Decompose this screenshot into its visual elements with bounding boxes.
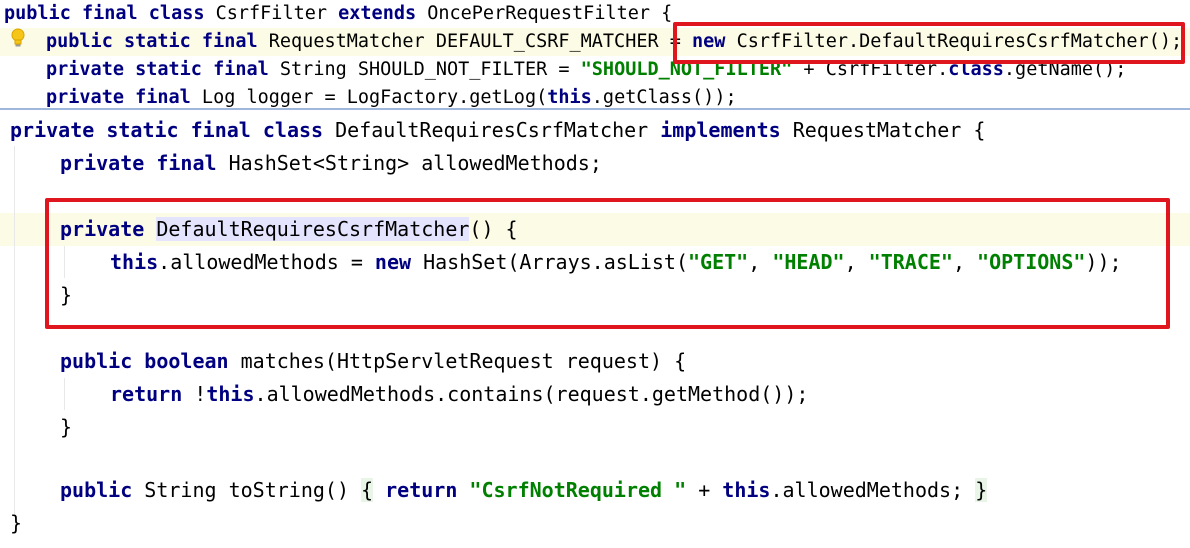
type-name: String <box>268 59 358 80</box>
code-text: = LogFactory.getLog( <box>313 87 548 108</box>
code-line-class-closing-brace: } <box>10 507 22 540</box>
code-text: .contains(request.getMethod()); <box>435 382 809 406</box>
lightbulb-icon[interactable] <box>10 28 26 48</box>
code-line-matches-method: public boolean matches(HttpServletReques… <box>60 345 686 378</box>
code-text: String toString() <box>132 478 362 502</box>
code-text: .getClass()); <box>591 87 737 108</box>
code-text: OncePerRequestFilter { <box>416 3 673 24</box>
keyword: public <box>60 478 133 502</box>
code-line-to-string: public String toString() { return "CsrfN… <box>60 474 988 507</box>
field-name: logger <box>246 87 314 108</box>
field-name: allowedMethods <box>421 151 590 175</box>
indent-guide <box>64 378 65 410</box>
code-line-return-contains: return !this.allowedMethods.contains(req… <box>110 378 808 411</box>
constant-name: DEFAULT_CSRF_MATCHER <box>435 31 659 52</box>
keyword: this <box>722 478 771 502</box>
code-text: = <box>547 59 581 80</box>
annotation-box-constructor <box>45 198 1170 329</box>
indent-guide <box>14 146 15 516</box>
keyword: implements <box>660 118 781 142</box>
keyword: private final <box>60 151 217 175</box>
constant-name: SHOULD_NOT_FILTER <box>357 59 548 80</box>
code-text: ; <box>951 478 976 502</box>
code-line-allowed-methods-field: private final HashSet<String> allowedMet… <box>60 147 602 180</box>
code-text: + <box>686 478 723 502</box>
annotation-box-new-matcher <box>673 22 1185 64</box>
code-line-inner-class: private static final class DefaultRequir… <box>10 114 985 147</box>
editor-pane-default-requires-csrf-matcher[interactable]: private static final class DefaultRequir… <box>0 108 1190 548</box>
keyword: return <box>385 478 458 502</box>
keyword: private static final <box>46 59 269 80</box>
code-text: ! <box>182 382 207 406</box>
keyword: this <box>206 382 255 406</box>
keyword: return <box>110 382 183 406</box>
field-name: allowedMethods <box>266 382 436 406</box>
keyword: private final <box>46 87 191 108</box>
editor-pane-csrf-filter[interactable]: public final class CsrfFilter extends On… <box>0 0 1190 108</box>
code-text: . <box>770 478 783 502</box>
code-text: . <box>254 382 267 406</box>
keyword: public final class <box>4 3 205 24</box>
keyword: this <box>547 87 592 108</box>
code-text: ; <box>589 151 602 175</box>
folded-brace[interactable]: } <box>975 478 988 502</box>
type-name: HashSet<String> <box>216 151 422 175</box>
keyword: public boolean <box>60 349 229 373</box>
field-name: allowedMethods <box>782 478 952 502</box>
code-text: matches(HttpServletRequest request) { <box>228 349 687 373</box>
type-name: Log <box>190 87 247 108</box>
code-text: } <box>10 511 23 535</box>
folded-brace[interactable]: { <box>361 478 374 502</box>
code-line-closing-brace: } <box>60 411 72 444</box>
string-literal: "CsrfNotRequired " <box>469 478 687 502</box>
code-line-class-declaration: public final class CsrfFilter extends On… <box>4 0 672 28</box>
keyword: extends <box>338 3 417 24</box>
class-name: DefaultRequiresCsrfMatcher <box>323 118 661 142</box>
keyword: public static final <box>46 31 258 52</box>
type-name: RequestMatcher <box>257 31 436 52</box>
keyword: private static final class <box>10 118 324 142</box>
code-text: } <box>60 415 73 439</box>
code-text: RequestMatcher { <box>780 118 986 142</box>
code-line-logger: private final Log logger = LogFactory.ge… <box>46 84 737 108</box>
class-name: CsrfFilter <box>204 3 339 24</box>
